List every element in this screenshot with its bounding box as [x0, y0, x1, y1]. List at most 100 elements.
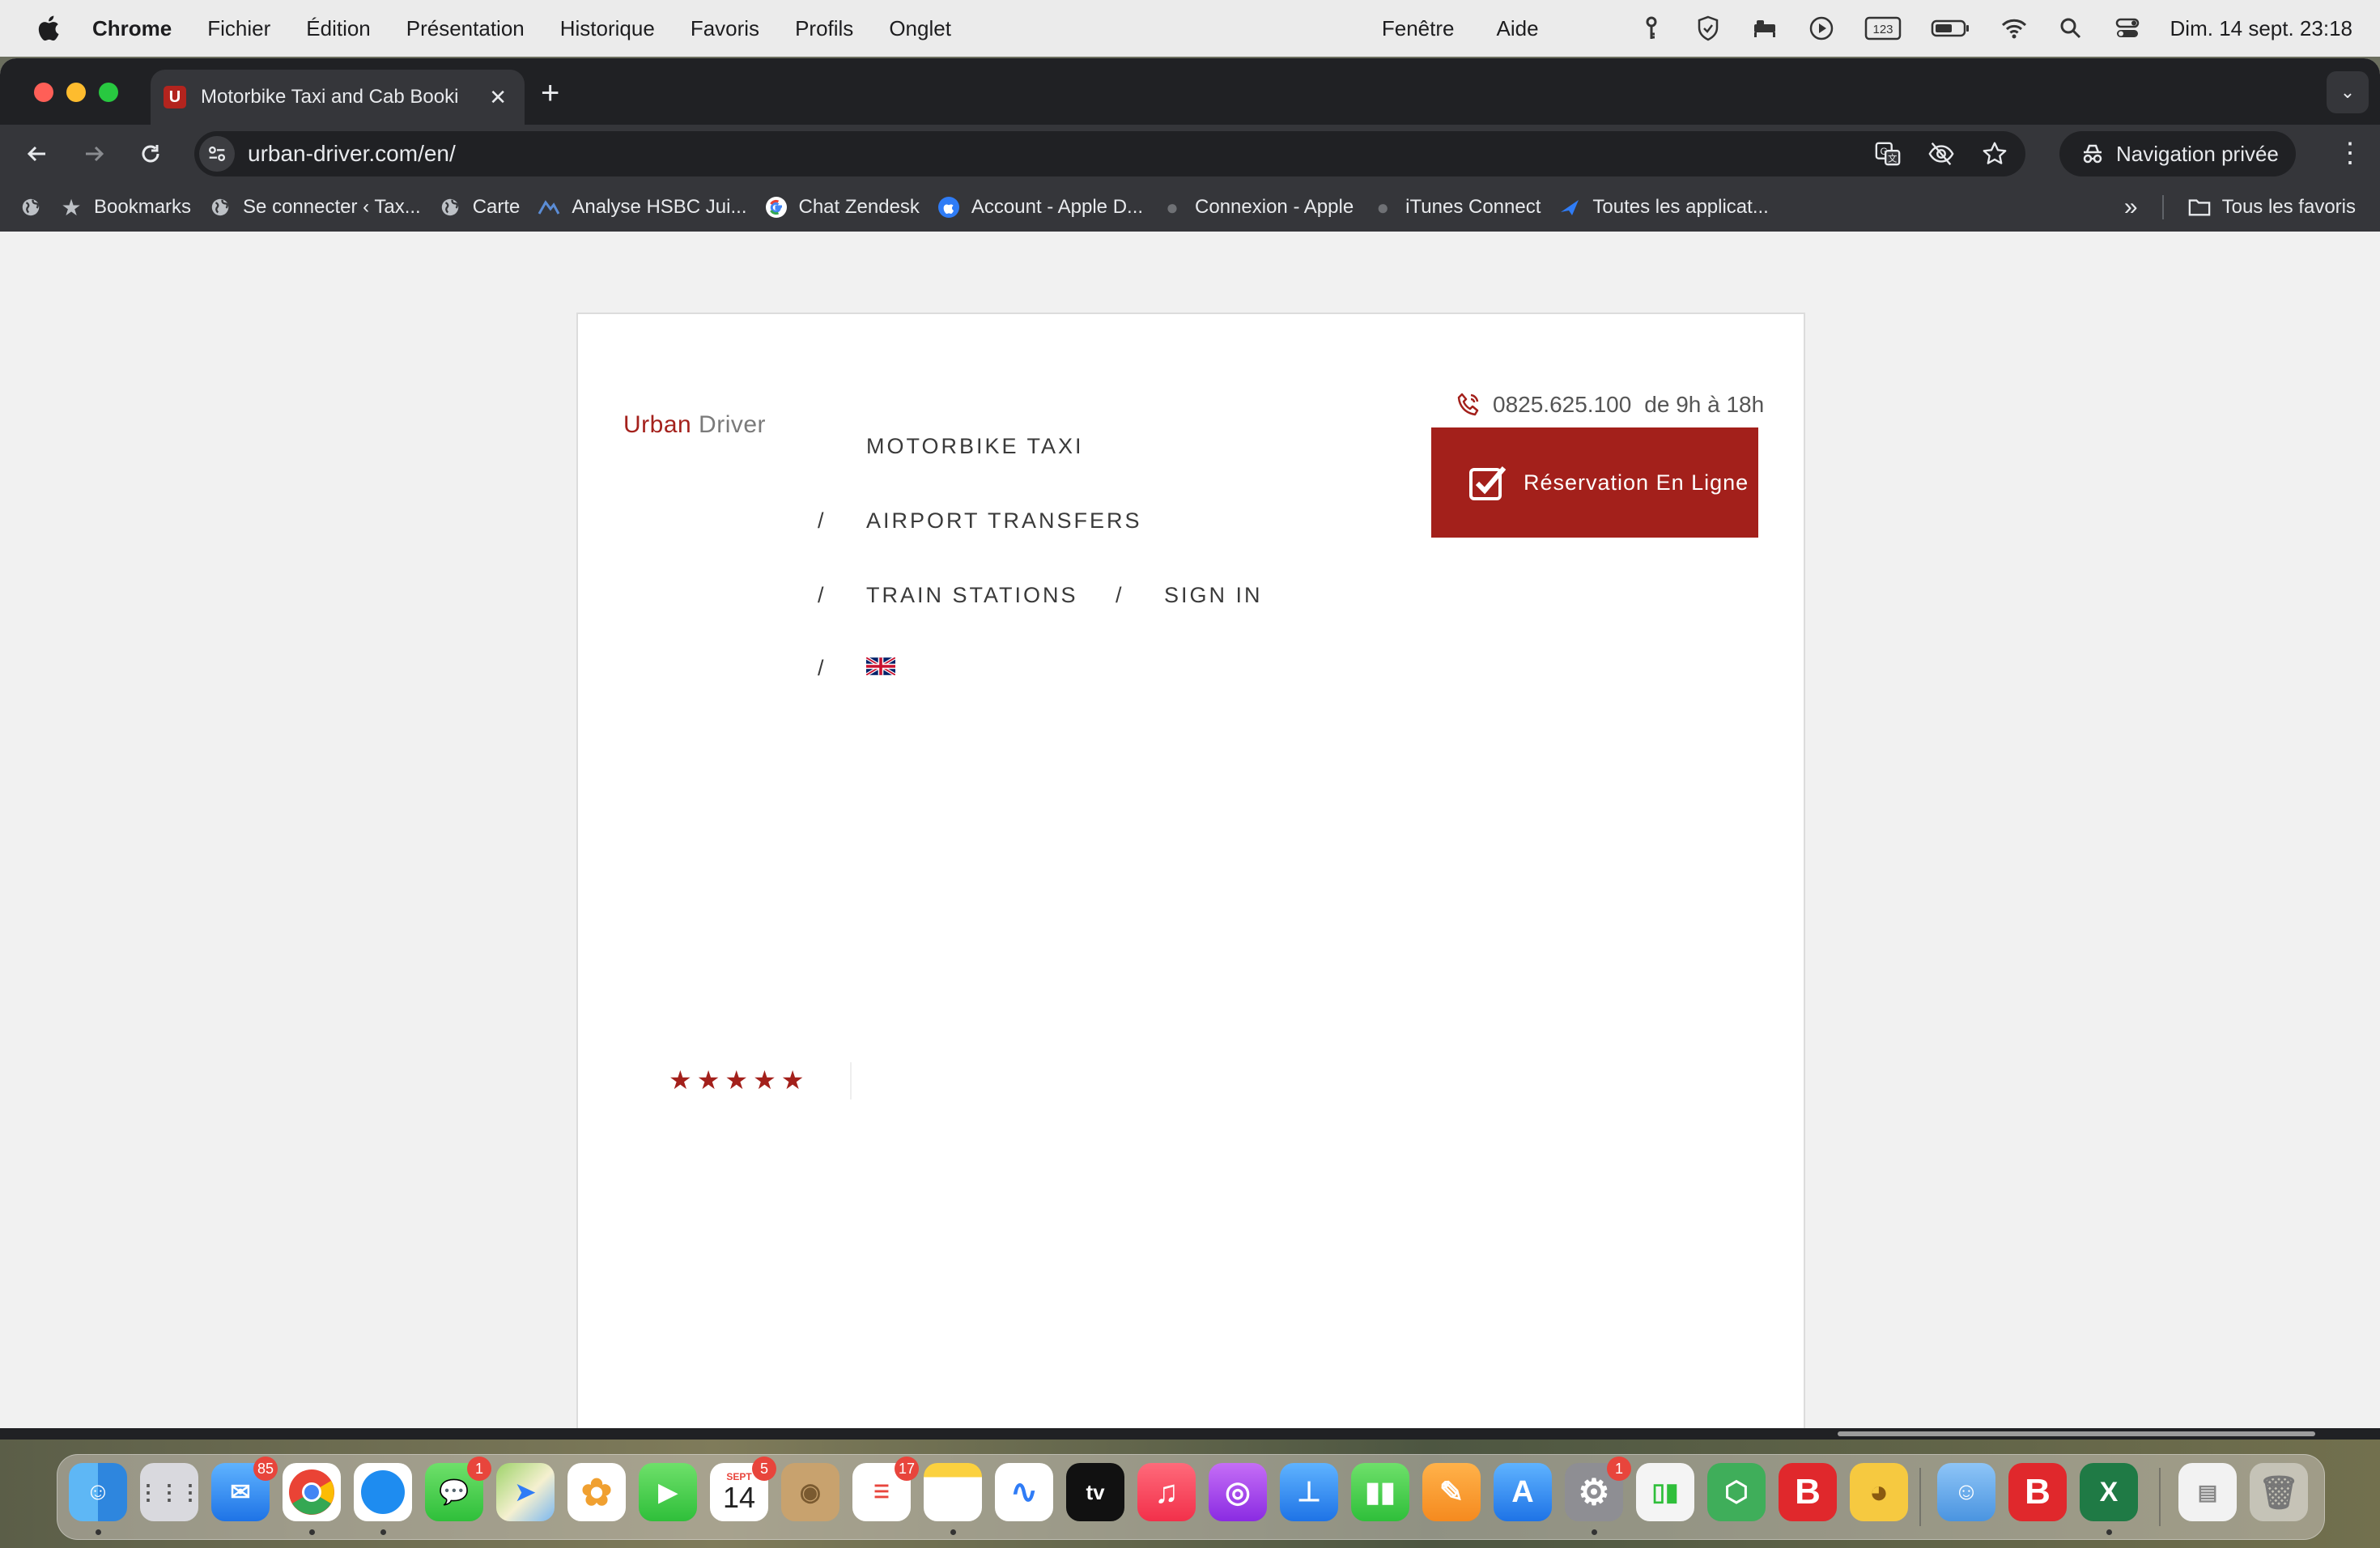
- dock-trading-icon[interactable]: ▯▮: [1636, 1463, 1694, 1521]
- tab-strip: U Motorbike Taxi and Cab Booki ✕ + ⌄: [0, 58, 2380, 125]
- menu-favoris[interactable]: Favoris: [691, 16, 759, 41]
- bed-icon[interactable]: [1751, 15, 1779, 42]
- browser-menu-icon[interactable]: ⋮: [2336, 139, 2364, 167]
- online-booking-button[interactable]: Réservation En Ligne: [1431, 427, 1758, 538]
- dock-archive-icon[interactable]: ▤: [2178, 1463, 2237, 1521]
- bookmark-item-2[interactable]: Carte: [439, 196, 521, 219]
- dock-contacts-icon[interactable]: ◉: [781, 1463, 839, 1521]
- menu-fichier[interactable]: Fichier: [207, 16, 270, 41]
- more-bookmarks-chevron-icon[interactable]: »: [2124, 194, 2138, 221]
- bookmark-label: Carte: [472, 196, 521, 218]
- bookmark-item-1[interactable]: Se connecter ‹ Tax...: [209, 196, 421, 219]
- dock-launchpad-icon[interactable]: ⋮⋮⋮: [138, 1463, 201, 1521]
- dock-folder-icon[interactable]: ☺: [1937, 1463, 1995, 1521]
- search-icon[interactable]: [2057, 15, 2085, 42]
- uk-flag-icon[interactable]: [866, 657, 895, 675]
- dock-excel-icon[interactable]: X: [2080, 1463, 2138, 1521]
- dock-reminders-icon[interactable]: ☰ 17: [852, 1457, 919, 1521]
- contact-phone[interactable]: 0825.625.100 de 9h à 18h: [1456, 392, 1764, 418]
- dock-facetime-icon[interactable]: ▶: [639, 1463, 697, 1521]
- dock-b-app-2-icon[interactable]: B: [2008, 1463, 2067, 1521]
- apple-menu-icon[interactable]: [36, 15, 60, 42]
- dock-photos-icon[interactable]: ✿: [567, 1463, 626, 1521]
- dock-trash-icon[interactable]: 🗑: [2250, 1463, 2308, 1521]
- minimize-window-button[interactable]: [66, 83, 86, 102]
- bookmark-item-4[interactable]: Chat Zendesk: [765, 196, 920, 219]
- reload-button[interactable]: [133, 136, 168, 172]
- wifi-icon[interactable]: [2000, 15, 2028, 42]
- dock-pages-icon[interactable]: ✎: [1422, 1463, 1481, 1521]
- bookmark-item-0[interactable]: ★ Bookmarks: [60, 195, 191, 220]
- dock-safari-icon[interactable]: [354, 1463, 412, 1521]
- forward-button[interactable]: [76, 136, 112, 172]
- tab-close-icon[interactable]: ✕: [489, 86, 507, 108]
- zoom-window-button[interactable]: [99, 83, 118, 102]
- dock-b-app-icon[interactable]: B: [1779, 1463, 1837, 1521]
- close-window-button[interactable]: [34, 83, 53, 102]
- tab-urban-driver[interactable]: U Motorbike Taxi and Cab Booki ✕: [151, 70, 525, 125]
- menu-presentation[interactable]: Présentation: [406, 16, 525, 41]
- new-tab-button[interactable]: +: [541, 73, 559, 113]
- nav-motorbike-taxi[interactable]: MOTORBIKE TAXI: [866, 434, 1084, 459]
- tv-label: tv: [1086, 1479, 1105, 1504]
- play-icon[interactable]: [1808, 15, 1835, 42]
- all-bookmarks-folder[interactable]: Tous les favoris: [2188, 196, 2356, 219]
- dock-notes-icon[interactable]: [924, 1463, 982, 1521]
- bookmark-label: Connexion - Apple: [1195, 196, 1354, 218]
- dock-appstore-icon[interactable]: A: [1494, 1463, 1552, 1521]
- dock-finder-icon[interactable]: ☺: [69, 1463, 127, 1521]
- translate-icon[interactable]: G文: [1873, 139, 1902, 168]
- bookmark-globe-root[interactable]: [19, 196, 42, 219]
- battery-icon[interactable]: [1931, 15, 1971, 42]
- menu-aide[interactable]: Aide: [1496, 16, 1538, 41]
- dock-music-icon[interactable]: ♫: [1137, 1463, 1196, 1521]
- bookmark-item-8[interactable]: Toutes les applicat...: [1558, 196, 1769, 219]
- dock-cyberduck-icon[interactable]: ◕: [1850, 1463, 1908, 1521]
- star-icon: ★: [669, 1065, 692, 1095]
- page-viewport: Urban Driver MOTORBIKE TAXI / AIRPORT TR…: [0, 232, 2380, 1431]
- dock-tv-icon[interactable]: tv: [1066, 1463, 1124, 1521]
- globe-icon: [19, 196, 42, 219]
- globe-icon: [209, 196, 232, 219]
- dock-mail-icon[interactable]: ✉ 85: [211, 1457, 278, 1521]
- bookmark-item-7[interactable]: ● iTunes Connect: [1371, 195, 1541, 219]
- menubar-clock[interactable]: Dim. 14 sept. 23:18: [2170, 16, 2352, 41]
- menu-edition[interactable]: Édition: [306, 16, 371, 41]
- dock-chrome-icon[interactable]: [283, 1463, 341, 1521]
- nav-train-stations[interactable]: TRAIN STATIONS: [866, 583, 1078, 608]
- menu-historique[interactable]: Historique: [560, 16, 655, 41]
- dock-keynote-icon[interactable]: ⊥: [1280, 1463, 1338, 1521]
- bookmark-item-5[interactable]: Account - Apple D...: [937, 196, 1143, 219]
- control-center-icon[interactable]: [2114, 15, 2141, 42]
- dock-calendar-icon[interactable]: SEPT 14 5: [710, 1457, 776, 1521]
- keyboard-123-icon[interactable]: 123: [1864, 15, 1902, 42]
- shield-icon[interactable]: [1694, 15, 1722, 42]
- bookmark-star-icon[interactable]: [1980, 139, 2009, 168]
- nav-airport-transfers[interactable]: AIRPORT TRANSFERS: [866, 508, 1142, 534]
- menu-onglet[interactable]: Onglet: [889, 16, 951, 41]
- bookmark-item-3[interactable]: Analyse HSBC Jui...: [538, 196, 747, 219]
- menu-app-chrome[interactable]: Chrome: [92, 16, 172, 41]
- dock-messages-icon[interactable]: 💬 1: [425, 1457, 491, 1521]
- bookmark-item-6[interactable]: ● Connexion - Apple: [1161, 195, 1354, 219]
- menu-fenetre[interactable]: Fenêtre: [1382, 16, 1455, 41]
- horizontal-scrollbar[interactable]: [1838, 1431, 2315, 1436]
- site-logo[interactable]: Urban Driver: [623, 411, 766, 439]
- key-icon[interactable]: [1638, 15, 1665, 42]
- dock-maps-icon[interactable]: ➤: [496, 1463, 555, 1521]
- back-button[interactable]: [19, 136, 55, 172]
- incognito-profile-button[interactable]: Navigation privée: [2059, 131, 2296, 176]
- address-bar[interactable]: urban-driver.com/en/ G文: [194, 131, 2025, 176]
- dock-freeform-icon[interactable]: ∿: [995, 1463, 1053, 1521]
- dock-podcasts-icon[interactable]: ◎: [1209, 1463, 1267, 1521]
- nav-sign-in[interactable]: SIGN IN: [1164, 583, 1263, 608]
- dock-numbers-icon[interactable]: ▮▮: [1351, 1463, 1409, 1521]
- tab-search-button[interactable]: ⌄: [2327, 71, 2369, 113]
- eye-slash-icon[interactable]: [1927, 139, 1956, 168]
- dock-settings-icon[interactable]: ⚙ 1: [1565, 1457, 1631, 1521]
- dock-keychain-icon[interactable]: ⬡: [1707, 1463, 1766, 1521]
- url-text[interactable]: urban-driver.com/en/: [248, 141, 456, 167]
- menu-profils[interactable]: Profils: [795, 16, 853, 41]
- site-settings-icon[interactable]: [199, 136, 235, 172]
- all-bookmarks-label: Tous les favoris: [2221, 196, 2356, 218]
